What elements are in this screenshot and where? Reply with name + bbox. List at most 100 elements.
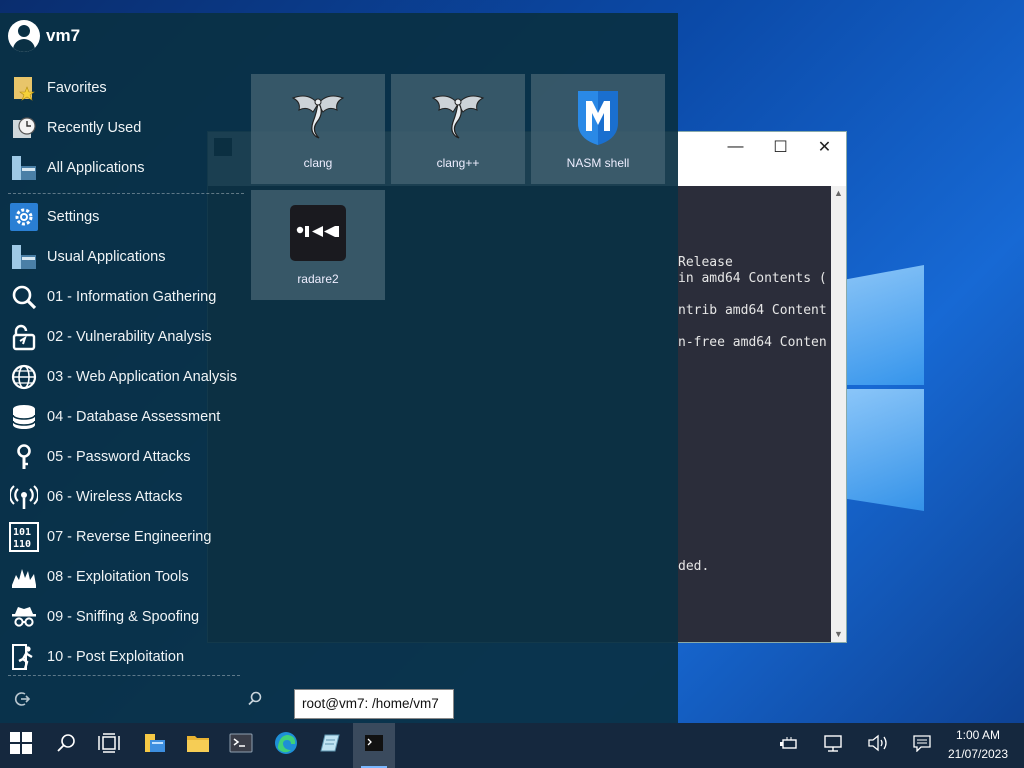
search-icon [56, 733, 76, 758]
task-view-icon [98, 733, 120, 758]
category-password-attacks[interactable]: 05 - Password Attacks [8, 439, 244, 475]
category-label: 05 - Password Attacks [47, 449, 191, 465]
category-settings[interactable]: Settings [8, 199, 244, 235]
metasploit-shield-icon [565, 84, 631, 150]
category-label: 10 - Post Exploitation [47, 649, 185, 665]
terminal-scrollbar[interactable]: ▲ ▼ [831, 186, 846, 642]
database-icon [8, 401, 40, 433]
category-label: Favorites [47, 80, 107, 96]
terminal-line: n-free amd64 Conten [678, 335, 827, 350]
category-label: 09 - Sniffing & Spoofing [47, 609, 200, 625]
close-button[interactable]: ✕ [802, 132, 847, 162]
binary-icon: 101 110 [8, 521, 40, 553]
app-tile-clangpp[interactable]: clang++ [391, 74, 525, 184]
vulnerability-icon [8, 321, 40, 353]
category-database-assessment[interactable]: 04 - Database Assessment [8, 399, 244, 435]
terminal-line: ntrib amd64 Content [678, 303, 827, 318]
task-view-button[interactable] [88, 723, 130, 768]
scroll-up-icon[interactable]: ▲ [831, 186, 846, 201]
windows-logo-icon [10, 732, 32, 759]
radare2-icon [285, 200, 351, 266]
category-label: 08 - Exploitation Tools [47, 569, 189, 585]
globe-icon [8, 361, 40, 393]
terminal-icon [364, 734, 384, 757]
edge-icon [274, 731, 298, 760]
favorites-icon [8, 72, 40, 104]
search-button[interactable] [45, 723, 87, 768]
maximize-button[interactable]: ☐ [758, 132, 803, 162]
category-vulnerability-analysis[interactable]: 02 - Vulnerability Analysis [8, 319, 244, 355]
minimize-button[interactable]: — [713, 132, 758, 162]
app-tile-clang[interactable]: clang [251, 74, 385, 184]
app-tile-label: clang [303, 156, 333, 170]
taskbar: 1:00 AM 21/07/2023 [0, 723, 1024, 768]
active-terminal-button[interactable] [353, 723, 395, 768]
category-label: 02 - Vulnerability Analysis [47, 329, 212, 345]
explosion-icon [8, 561, 40, 593]
start-menu: vm7 Favorites Recently Used All Applicat… [0, 13, 678, 723]
usual-apps-icon [8, 241, 40, 273]
app-button[interactable] [308, 723, 350, 768]
category-label: 03 - Web Application Analysis [47, 369, 237, 385]
terminal-icon [229, 733, 253, 758]
category-label: 07 - Reverse Engineering [47, 529, 212, 545]
search-icon[interactable] [247, 690, 263, 711]
category-favorites[interactable]: Favorites [8, 70, 244, 106]
settings-gear-icon [8, 201, 40, 233]
user-profile[interactable]: vm7 [8, 19, 80, 53]
taskbar-clock[interactable]: 1:00 AM 21/07/2023 [940, 726, 1016, 764]
all-apps-icon [8, 152, 40, 184]
notepad-icon [317, 731, 341, 760]
svg-text:101: 101 [13, 527, 31, 538]
category-web-application-analysis[interactable]: 03 - Web Application Analysis [8, 359, 244, 395]
menu-separator [8, 193, 244, 194]
windows-desktop-logo [846, 255, 926, 515]
category-label: 04 - Database Assessment [47, 409, 221, 425]
category-post-exploitation[interactable]: 10 - Post Exploitation [8, 639, 244, 675]
category-wireless-attacks[interactable]: 06 - Wireless Attacks [8, 479, 244, 515]
usb-device-icon [779, 735, 799, 756]
category-information-gathering[interactable]: 01 - Information Gathering [8, 279, 244, 315]
category-label: Settings [47, 209, 100, 225]
logout-icon[interactable] [13, 690, 31, 713]
tray-device-button[interactable] [774, 723, 804, 768]
terminal-line: ded. [678, 559, 710, 574]
category-exploitation-tools[interactable]: 08 - Exploitation Tools [8, 559, 244, 595]
start-menu-footer [0, 682, 270, 716]
terminal-line: Release [678, 255, 733, 270]
folder-icon [186, 733, 210, 758]
folder-button[interactable] [177, 723, 219, 768]
category-label: 06 - Wireless Attacks [47, 489, 183, 505]
terminal-line: in amd64 Contents ( [678, 271, 827, 286]
category-reverse-engineering[interactable]: 101 110 07 - Reverse Engineering [8, 519, 244, 555]
category-usual-applications[interactable]: Usual Applications [8, 239, 244, 275]
app-tile-label: NASM shell [566, 156, 630, 170]
user-avatar-icon [8, 20, 40, 52]
app-tile-radare2[interactable]: radare2 [251, 190, 385, 300]
svg-text:110: 110 [13, 539, 31, 550]
tray-network-button[interactable] [818, 723, 848, 768]
category-sniffing-spoofing[interactable]: 09 - Sniffing & Spoofing [8, 599, 244, 635]
key-icon [8, 441, 40, 473]
spy-icon [8, 601, 40, 633]
wireless-icon [8, 481, 40, 513]
speaker-icon [867, 734, 889, 757]
category-all-applications[interactable]: All Applications [8, 150, 244, 186]
category-label: Recently Used [47, 120, 142, 136]
category-recently-used[interactable]: Recently Used [8, 110, 244, 146]
terminal-button[interactable] [220, 723, 262, 768]
category-label: All Applications [47, 160, 145, 176]
file-explorer-icon [143, 732, 167, 759]
edge-button[interactable] [265, 723, 307, 768]
network-icon [822, 734, 844, 757]
running-man-icon [8, 641, 40, 673]
scroll-down-icon[interactable]: ▼ [831, 627, 846, 642]
tray-notifications-button[interactable] [907, 723, 937, 768]
taskbar-tooltip: root@vm7: /home/vm7 [294, 689, 454, 719]
app-tile-nasm-shell[interactable]: NASM shell [531, 74, 665, 184]
tray-volume-button[interactable] [863, 723, 893, 768]
file-explorer-button[interactable] [134, 723, 176, 768]
start-button[interactable] [0, 723, 42, 768]
clock-date: 21/07/2023 [947, 747, 1009, 761]
magnifier-icon [8, 281, 40, 313]
